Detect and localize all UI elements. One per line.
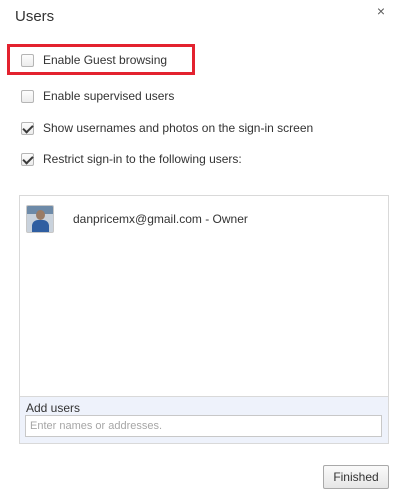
supervised-users-checkbox[interactable] xyxy=(21,89,34,103)
user-photo-icon xyxy=(26,205,54,233)
supervised-users-option[interactable]: Enable supervised users xyxy=(21,88,174,104)
show-usernames-checkbox[interactable] xyxy=(21,121,34,135)
add-users-label: Add users xyxy=(26,401,81,415)
list-item[interactable]: danpricemx@gmail.com - Owner xyxy=(26,205,248,233)
finished-button[interactable]: Finished xyxy=(323,465,389,489)
supervised-users-label: Enable supervised users xyxy=(43,89,175,103)
show-usernames-label: Show usernames and photos on the sign-in… xyxy=(43,121,314,135)
restrict-signin-option[interactable]: Restrict sign-in to the following users: xyxy=(21,151,242,167)
restrict-signin-label: Restrict sign-in to the following users: xyxy=(43,152,242,166)
highlight-box xyxy=(7,44,195,75)
restrict-signin-checkbox[interactable] xyxy=(21,152,34,166)
user-list: danpricemx@gmail.com - Owner xyxy=(19,195,389,397)
add-users-input[interactable] xyxy=(25,415,382,437)
close-icon[interactable]: × xyxy=(374,4,388,18)
show-usernames-option[interactable]: Show usernames and photos on the sign-in… xyxy=(21,120,313,136)
add-users-panel: Add users xyxy=(19,397,389,444)
users-dialog: Users × Enable Guest browsing Enable sup… xyxy=(0,0,403,500)
dialog-title: Users xyxy=(15,8,55,25)
user-email: danpricemx@gmail.com - Owner xyxy=(73,212,248,226)
